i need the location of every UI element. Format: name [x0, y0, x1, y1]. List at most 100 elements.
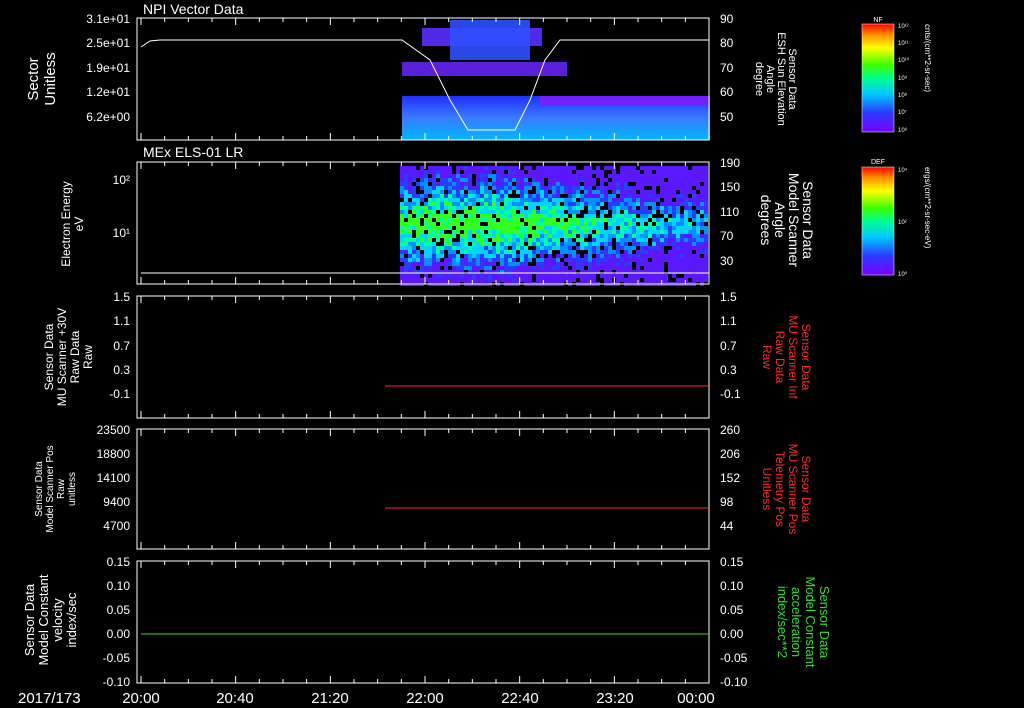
heatmap-cell	[656, 178, 660, 182]
heatmap-cell	[424, 258, 428, 262]
heatmap-cell	[536, 230, 540, 234]
heatmap-cell	[576, 178, 580, 182]
heatmap-cell	[672, 222, 676, 226]
heatmap-cell	[500, 226, 504, 230]
heatmap-cell	[684, 278, 688, 282]
heatmap-cell	[456, 230, 460, 234]
heatmap-cell	[420, 214, 424, 218]
heatmap-cell	[608, 254, 612, 258]
heatmap-cell	[508, 166, 512, 170]
heatmap-cell	[460, 262, 464, 266]
heatmap-cell	[488, 202, 492, 206]
heatmap-cell	[400, 218, 404, 222]
heatmap-cell	[684, 230, 688, 234]
heatmap-cell	[548, 222, 552, 226]
heatmap-cell	[564, 246, 568, 250]
heatmap-cell	[576, 226, 580, 230]
heatmap-cell	[472, 254, 476, 258]
heatmap-cell	[680, 166, 684, 170]
heatmap-cell	[600, 230, 604, 234]
heatmap-cell	[428, 242, 432, 246]
heatmap-cell	[404, 274, 408, 278]
heatmap-cell	[564, 226, 568, 230]
heatmap-cell	[696, 178, 700, 182]
heatmap-cell	[432, 226, 436, 230]
heatmap-cell	[548, 262, 552, 266]
heatmap-cell	[628, 266, 632, 270]
heatmap-cell	[656, 246, 660, 250]
heatmap-cell	[460, 246, 464, 250]
heatmap-cell	[664, 242, 668, 246]
heatmap-cell	[504, 262, 508, 266]
heatmap-cell	[644, 214, 648, 218]
heatmap-cell	[608, 226, 612, 230]
heatmap-cell	[692, 178, 696, 182]
heatmap-cell	[536, 174, 540, 178]
heatmap-cell	[404, 258, 408, 262]
heatmap-cell	[532, 178, 536, 182]
heatmap-cell	[432, 262, 436, 266]
heatmap-cell	[652, 178, 656, 182]
heatmap-cell	[476, 218, 480, 222]
heatmap-cell	[488, 226, 492, 230]
heatmap-cell	[628, 190, 632, 194]
heatmap-cell	[568, 182, 572, 186]
heatmap-cell	[552, 234, 556, 238]
tick-label: 50	[720, 110, 734, 124]
heatmap-cell	[652, 266, 656, 270]
axis-title-line: Telemetry Pos	[773, 451, 787, 527]
heatmap-cell	[540, 206, 544, 210]
heatmap-cell	[656, 182, 660, 186]
heatmap-cell	[604, 186, 608, 190]
heatmap-cell	[680, 178, 684, 182]
heatmap-cell	[468, 218, 472, 222]
heatmap-cell	[416, 222, 420, 226]
heatmap-cell	[572, 186, 576, 190]
heatmap-cell	[488, 182, 492, 186]
heatmap-cell	[676, 170, 680, 174]
heatmap-cell	[496, 166, 500, 170]
heatmap-cell	[484, 258, 488, 262]
right-axis-title: Sensor Data Model Constant acceleration …	[775, 576, 832, 667]
heatmap-cell	[660, 262, 664, 266]
heatmap-cell	[572, 166, 576, 170]
heatmap-cell	[452, 246, 456, 250]
heatmap-cell	[460, 190, 464, 194]
heatmap-cell	[592, 194, 596, 198]
heatmap-cell	[492, 178, 496, 182]
heatmap-cell	[516, 222, 520, 226]
heatmap-cell	[540, 262, 544, 266]
heatmap-cell	[540, 174, 544, 178]
heatmap-cell	[672, 206, 676, 210]
heatmap-cell	[644, 174, 648, 178]
heatmap-cell	[432, 194, 436, 198]
heatmap-cell	[532, 198, 536, 202]
panel-title: NPI Vector Data	[143, 1, 244, 17]
heatmap-cell	[696, 242, 700, 246]
heatmap-cell	[628, 238, 632, 242]
heatmap-cell	[552, 258, 556, 262]
heatmap-cell	[472, 214, 476, 218]
heatmap-cell	[672, 190, 676, 194]
heatmap-cell	[612, 194, 616, 198]
heatmap-cell	[400, 246, 404, 250]
heatmap-cell	[624, 214, 628, 218]
heatmap-cell	[480, 170, 484, 174]
heatmap-cell	[520, 206, 524, 210]
heatmap-cell	[544, 226, 548, 230]
heatmap-cell	[672, 262, 676, 266]
heatmap-cell	[640, 222, 644, 226]
heatmap-cell	[520, 250, 524, 254]
colorbar-tag: DEF	[871, 159, 885, 166]
heatmap-cell	[444, 178, 448, 182]
heatmap-cell	[436, 254, 440, 258]
heatmap-cell	[536, 190, 540, 194]
heatmap-cell	[468, 250, 472, 254]
heatmap-cell	[644, 246, 648, 250]
heatmap-cell	[596, 202, 600, 206]
heatmap-cell	[692, 202, 696, 206]
tick-label: 60	[720, 85, 734, 99]
heatmap-cell	[616, 186, 620, 190]
heatmap-cell	[464, 206, 468, 210]
heatmap-cell	[644, 242, 648, 246]
